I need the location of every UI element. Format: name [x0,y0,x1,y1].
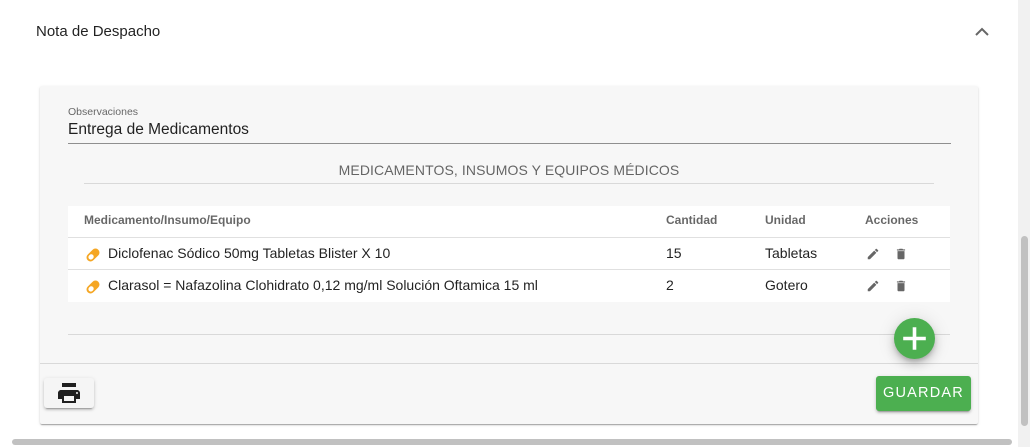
row-item-name: Clarasol = Nafazolina Clohidrato 0,12 mg… [108,277,538,293]
observations-field[interactable]: Entrega de Medicamentos [68,120,951,144]
section-title: MEDICAMENTOS, INSUMOS Y EQUIPOS MÉDICOS [338,162,680,178]
table-divider [68,334,950,335]
table-row: Diclofenac Sódico 50mg Tabletas Blister … [68,238,950,270]
plus-icon [903,327,926,350]
row-unit: Tabletas [765,245,818,261]
section-divider [84,183,934,184]
chevron-up-icon[interactable] [974,26,990,38]
delete-icon[interactable] [894,247,908,261]
panel-title: Nota de Despacho [36,23,161,40]
delete-icon[interactable] [894,279,908,293]
add-item-button[interactable] [894,318,935,359]
expansion-panel-header[interactable]: Nota de Despacho [0,0,1018,64]
column-header-unit: Unidad [765,213,806,227]
column-header-quantity: Cantidad [666,213,718,227]
card-actions-divider [40,363,978,364]
horizontal-scrollbar-thumb[interactable] [12,439,1012,445]
row-item-name: Diclofenac Sódico 50mg Tabletas Blister … [108,245,391,261]
edit-icon[interactable] [866,247,880,261]
pill-icon [86,280,100,294]
edit-icon[interactable] [866,279,880,293]
observations-label: Observaciones [68,106,139,118]
vertical-scrollbar-thumb[interactable] [1021,236,1028,426]
table-row: Clarasol = Nafazolina Clohidrato 0,12 mg… [68,270,950,302]
table-header: Medicamento/Insumo/Equipo Cantidad Unida… [68,206,950,238]
column-header-item: Medicamento/Insumo/Equipo [84,213,251,227]
print-button[interactable] [44,378,94,408]
items-table: Medicamento/Insumo/Equipo Cantidad Unida… [68,206,950,302]
print-icon [58,383,80,403]
pill-icon [86,248,100,262]
save-button[interactable]: GUARDAR [876,376,971,411]
row-quantity: 2 [666,277,674,293]
row-unit: Gotero [765,277,808,293]
column-header-actions: Acciones [865,213,919,227]
dispatch-note-card: Observaciones Entrega de Medicamentos ME… [40,86,978,424]
row-quantity: 15 [666,245,682,261]
